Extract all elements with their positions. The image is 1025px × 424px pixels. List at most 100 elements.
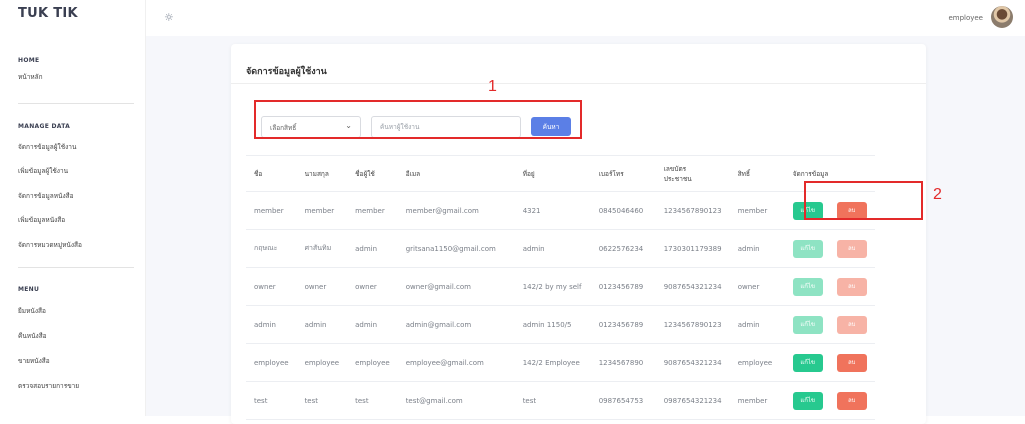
cell: 0987654321234 (655, 381, 730, 420)
delete-button[interactable]: ลบ (836, 315, 867, 334)
card-divider (231, 83, 926, 84)
sidebar-item-home[interactable]: หน้าหลัก (18, 72, 43, 82)
cell: admin (246, 305, 297, 344)
cell: test@gmail.com (397, 381, 515, 420)
cell: 1234567890123 (655, 191, 730, 230)
annotation-number: 2 (933, 186, 942, 203)
column-header: เลขบัตร ประชาชน (655, 155, 730, 192)
table-row: test test test test@gmail.com test 09876… (246, 381, 875, 420)
sun-icon[interactable]: ☼ (164, 11, 174, 24)
avatar[interactable] (991, 6, 1013, 28)
section-title-menu: MENU (18, 286, 40, 293)
cell: owner (347, 267, 398, 306)
cell: 9087654321234 (655, 343, 730, 382)
cell: admin (296, 305, 348, 344)
cell: member@gmail.com (397, 191, 515, 230)
cell: test (347, 381, 398, 420)
cell: 4321 (514, 191, 591, 230)
actions-cell: แก้ไข ลบ (784, 381, 875, 420)
user-name[interactable]: employee (948, 14, 983, 22)
cell: admin (729, 229, 785, 268)
actions-cell: แก้ไข ลบ (784, 229, 875, 268)
cell: 0123456789 (590, 267, 656, 306)
cell: admin (514, 229, 591, 268)
edit-button[interactable]: แก้ไข (792, 353, 823, 372)
cell: 0987654753 (590, 381, 656, 420)
cell: admin (347, 305, 398, 344)
cell: 1234567890123 (655, 305, 730, 344)
edit-button[interactable]: แก้ไข (792, 315, 823, 334)
cell: gritsana1150@gmail.com (397, 229, 515, 268)
edit-button[interactable]: แก้ไข (792, 277, 823, 296)
table-row: admin admin admin admin@gmail.com admin … (246, 305, 875, 344)
cell: member (729, 191, 785, 230)
sidebar-item-manage-categories[interactable]: จัดการหมวดหมู่หนังสือ (18, 240, 82, 250)
sidebar-item-sales-report[interactable]: ตรวจสอบรายการขาย (18, 381, 79, 391)
cell: employee (347, 343, 398, 382)
cell: member (347, 191, 398, 230)
cell: test (296, 381, 348, 420)
delete-button[interactable]: ลบ (836, 239, 867, 258)
cell: member (296, 191, 348, 230)
delete-button[interactable]: ลบ (836, 277, 867, 296)
column-header: นามสกุล (296, 155, 348, 192)
cell: 0123456789 (590, 305, 656, 344)
sidebar-divider (18, 267, 134, 268)
cell: owner (296, 267, 348, 306)
table-row: member member member member@gmail.com 43… (246, 191, 875, 230)
users-table: ชื่อ นามสกุล ชื่อผู้ใช้ อีเมล ที่อยู่ เบ… (246, 155, 875, 420)
column-header: สิทธิ์ (729, 155, 785, 192)
annotation-box-search (254, 100, 582, 139)
cell: member (246, 191, 297, 230)
table-row: กฤษณะ ศาสันทิม admin gritsana1150@gmail.… (246, 229, 875, 268)
cell: admin@gmail.com (397, 305, 515, 344)
sidebar-item-manage-books[interactable]: จัดการข้อมูลหนังสือ (18, 191, 74, 201)
section-title-manage-data: MANAGE DATA (18, 123, 71, 130)
sidebar-item-add-book[interactable]: เพิ่มข้อมูลหนังสือ (18, 215, 65, 225)
cell: 142/2 by my self (514, 267, 591, 306)
cell: กฤษณะ (246, 229, 297, 268)
cell: employee (729, 343, 785, 382)
actions-cell: แก้ไข ลบ (784, 305, 875, 344)
cell: 1730301179389 (655, 229, 730, 268)
cell: 0845046460 (590, 191, 656, 230)
actions-cell: แก้ไข ลบ (784, 267, 875, 306)
cell: admin (729, 305, 785, 344)
page-title: จัดการข้อมูลผู้ใช้งาน (246, 67, 327, 77)
edit-button[interactable]: แก้ไข (792, 239, 823, 258)
annotation-box-actions (804, 181, 923, 220)
cell: 142/2 Employee (514, 343, 591, 382)
column-header: เบอร์โทร (590, 155, 656, 192)
table-header-row: ชื่อ นามสกุล ชื่อผู้ใช้ อีเมล ที่อยู่ เบ… (246, 155, 875, 192)
table-row: employee employee employee employee@gmai… (246, 343, 875, 382)
column-header: ชื่อ (246, 155, 297, 192)
cell: employee@gmail.com (397, 343, 515, 382)
topbar: ☼ employee (146, 0, 1025, 36)
cell: 9087654321234 (655, 267, 730, 306)
sidebar-item-sell[interactable]: ขายหนังสือ (18, 356, 50, 366)
sidebar-item-borrow[interactable]: ยืมหนังสือ (18, 306, 46, 316)
table-row: owner owner owner owner@gmail.com 142/2 … (246, 267, 875, 306)
edit-button[interactable]: แก้ไข (792, 391, 823, 410)
column-header: ที่อยู่ (514, 155, 591, 192)
cell: 0622576234 (590, 229, 656, 268)
sidebar-item-manage-users[interactable]: จัดการข้อมูลผู้ใช้งาน (18, 142, 76, 152)
main-content: จัดการข้อมูลผู้ใช้งาน เลือกสิทธิ์ ⌄ ค้นห… (146, 36, 1025, 424)
column-header: อีเมล (397, 155, 515, 192)
cell: admin (347, 229, 398, 268)
cell: owner@gmail.com (397, 267, 515, 306)
cell: test (246, 381, 297, 420)
annotation-number: 1 (488, 78, 497, 95)
cell: admin 1150/5 (514, 305, 591, 344)
delete-button[interactable]: ลบ (836, 353, 867, 372)
cell: ศาสันทิม (296, 229, 348, 268)
sidebar-item-add-user[interactable]: เพิ่มข้อมูลผู้ใช้งาน (18, 166, 68, 176)
section-title-home: HOME (18, 57, 40, 64)
sidebar-item-return[interactable]: คืนหนังสือ (18, 331, 47, 341)
sidebar: TUK TIK HOME หน้าหลัก MANAGE DATA จัดการ… (0, 0, 146, 416)
delete-button[interactable]: ลบ (836, 391, 867, 410)
cell: employee (296, 343, 348, 382)
cell: 1234567890 (590, 343, 656, 382)
brand-logo[interactable]: TUK TIK (18, 6, 78, 21)
sidebar-divider (18, 103, 134, 104)
